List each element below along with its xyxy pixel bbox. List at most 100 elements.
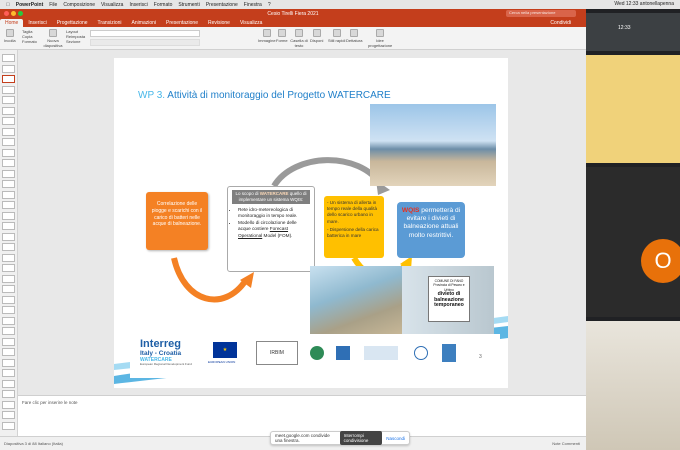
scope-heading: Lo scopo di WATERCARE quello di implemen… [232,190,310,205]
slide-thumbnail[interactable] [2,327,15,335]
slide-thumbnail[interactable] [2,127,15,136]
menu-formato[interactable]: Formato [154,2,173,8]
partner-logo-3 [364,346,398,360]
slide-thumbnail[interactable] [2,138,15,146]
slide-thumbnail[interactable] [2,369,15,377]
slide-thumbnail[interactable] [2,201,15,209]
meet-panel: 12:33 O [586,9,680,450]
slide-thumbnail[interactable] [2,190,15,199]
paste-button[interactable]: Incolla [4,29,16,43]
slide-thumbnail[interactable] [2,285,15,293]
slide-thumbnail[interactable] [2,85,15,94]
alert-system-box[interactable]: - Un sistema di allerta in tempo reale d… [324,196,384,258]
design-ideas-button[interactable]: Idee progettazione [368,29,392,48]
insert-image-button[interactable]: Immagine [258,29,276,43]
tab-revisione[interactable]: Revisione [203,19,235,27]
menu-inserisci[interactable]: Inserisci [129,2,147,8]
menu-composizione[interactable]: Composizione [63,2,95,8]
search-input[interactable]: Cerca nella presentazione [506,10,576,17]
tab-presentazione[interactable]: Presentazione [161,19,203,27]
slide-thumbnail[interactable] [2,421,15,430]
slide-thumbnails [0,50,18,436]
slide-thumbnail[interactable] [2,253,15,262]
no-swimming-sign: COMUNE DI FANO Provincia di Pesaro e Urb… [428,276,470,322]
slide-thumbnail[interactable] [2,159,15,167]
apple-icon[interactable]:  [6,2,10,8]
tab-home[interactable]: Home [0,19,24,27]
slide-thumbnail[interactable] [2,274,15,283]
meet-tile-4[interactable] [586,321,680,450]
quick-styles-button[interactable]: Stili rapidi [328,29,345,43]
meet-tile-2[interactable] [586,55,680,163]
slide-thumbnail[interactable] [2,117,15,125]
slide-thumbnail[interactable] [2,211,15,220]
notes-pane[interactable]: Fare clic per inserire le note [18,395,586,436]
slide-thumbnail[interactable] [2,390,15,398]
slide-thumbnail[interactable] [2,243,15,251]
wqis-box[interactable]: WQIS permetterà di evitare i divieti di … [397,202,465,258]
maximize-icon[interactable] [18,11,23,16]
hide-banner-button[interactable]: Nascondi [386,436,405,441]
slide-thumbnail[interactable] [2,232,15,241]
status-view-controls[interactable]: Note Commenti [552,441,580,446]
slide-thumbnail[interactable] [2,169,15,178]
alert-line-2: - Dispersione della carica batterica in … [327,226,379,238]
slide-thumbnail[interactable] [2,316,15,325]
slide-thumbnail[interactable] [2,400,15,409]
slide-thumbnail[interactable] [2,180,15,188]
menu-finestra[interactable]: Finestra [244,2,262,8]
slide-thumbnail[interactable] [2,411,15,419]
paste-icon [5,29,14,37]
rain-correlation-box[interactable]: Correlazione delle piogge e scarichi con… [146,192,208,250]
menu-visualizza[interactable]: Visualizza [101,2,123,8]
beach-photo[interactable] [370,104,496,186]
slide-thumbnail[interactable] [2,106,15,115]
slide-thumbnail[interactable] [2,64,15,73]
close-icon[interactable] [4,11,9,16]
arrange-button[interactable]: Disponi [310,29,323,43]
slide[interactable]: WP 3. Attività di monitoraggio del Proge… [114,58,508,388]
share-button[interactable]: Condividi [545,19,576,27]
stop-sharing-button[interactable]: Interrompi condivisione [339,431,383,445]
paragraph-controls[interactable] [90,39,200,46]
tab-progettazione[interactable]: Progettazione [52,19,93,27]
minimize-icon[interactable] [11,11,16,16]
meet-tile-1[interactable]: 12:33 [586,13,680,51]
slide-thumbnail[interactable] [2,348,15,356]
slide-thumbnail[interactable] [2,264,15,272]
tab-animazioni[interactable]: Animazioni [127,19,161,27]
slide-thumbnail[interactable] [2,337,15,346]
slide-page-number: 3 [479,354,482,360]
slide-thumbnail[interactable] [2,379,15,388]
slide-thumbnail[interactable] [2,222,15,230]
mac-menubar:  PowerPoint File Composizione Visualizz… [0,0,680,9]
eu-label: EUROPEAN UNION [208,360,236,364]
slide-thumbnail[interactable] [2,148,15,157]
watercare-scope-box[interactable]: Lo scopo di WATERCARE quello di implemen… [227,186,315,272]
menu-file[interactable]: File [49,2,57,8]
slide-title[interactable]: WP 3. Attività di monitoraggio del Proge… [138,90,391,101]
slide-thumbnail[interactable] [2,96,15,104]
slide-thumbnail[interactable] [2,358,15,367]
menu-app[interactable]: PowerPoint [16,2,44,8]
tab-transizioni[interactable]: Transizioni [93,19,127,27]
window-controls [4,11,23,16]
dictation-button[interactable]: Dettatura [346,29,362,43]
font-controls[interactable] [90,30,200,37]
menu-help[interactable]: ? [268,2,271,8]
slide-thumbnail[interactable] [2,75,15,83]
tab-inserisci[interactable]: Inserisci [23,19,51,27]
section-button[interactable]: Sezione [66,39,80,44]
design-ideas-icon [376,29,384,37]
menu-presentazione[interactable]: Presentazione [206,2,238,8]
format-painter-button[interactable]: Formato [22,39,37,44]
slide-thumbnail[interactable] [2,295,15,304]
shore-photo[interactable] [310,266,406,334]
textbox-button[interactable]: Casella di testo [290,29,308,48]
slide-thumbnail[interactable] [2,54,15,62]
shapes-button[interactable]: Forme [276,29,288,43]
slide-thumbnail[interactable] [2,306,15,314]
tab-visualizza[interactable]: Visualizza [235,19,267,27]
menu-strumenti[interactable]: Strumenti [178,2,199,8]
new-slide-button[interactable]: Nuova diapositiva [42,29,64,48]
